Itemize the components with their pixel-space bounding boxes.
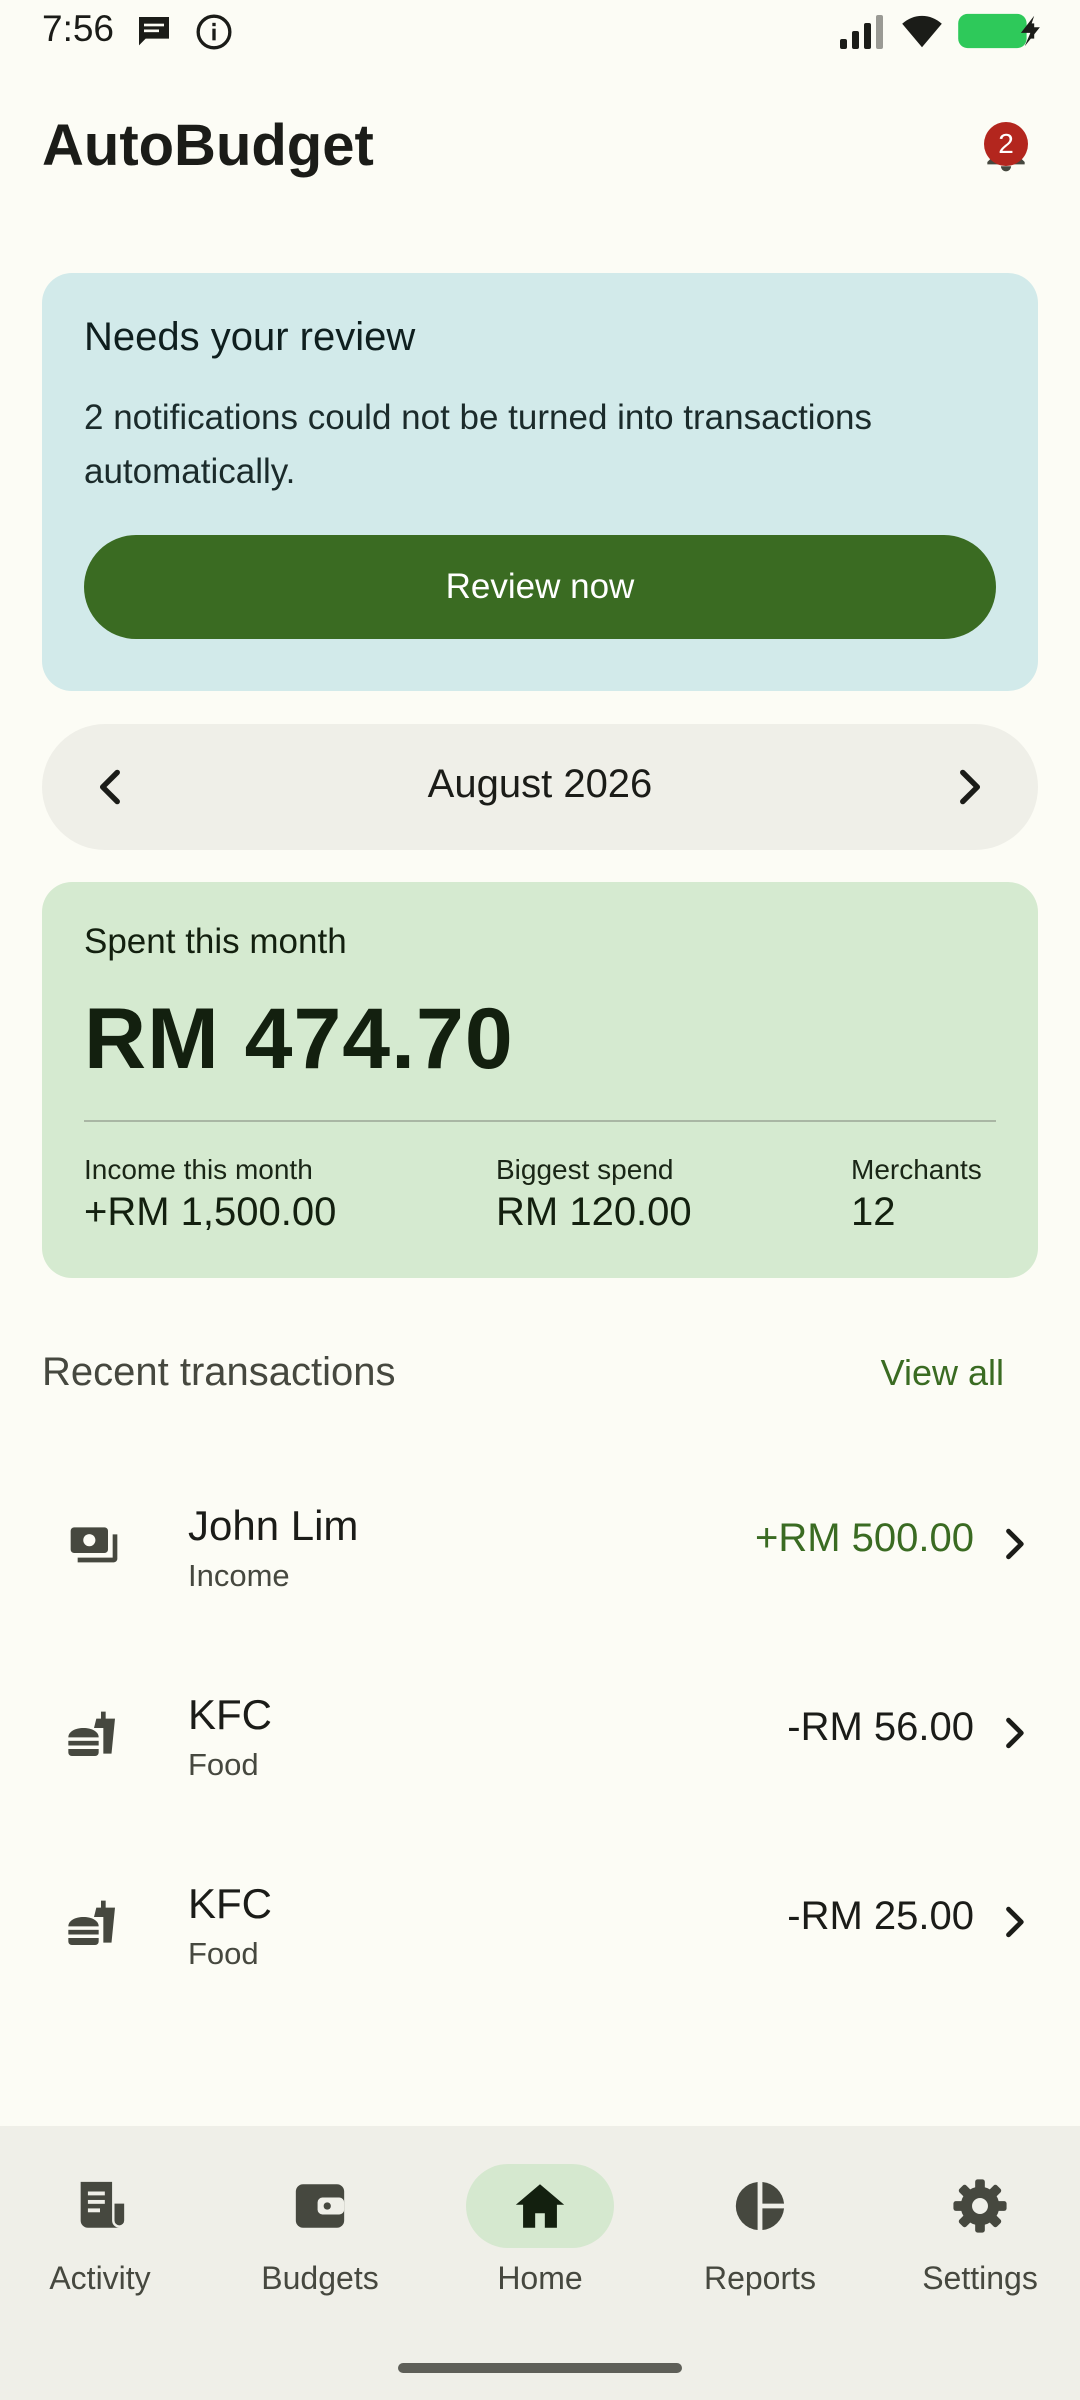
transaction-amount: -RM 56.00 [787, 1705, 974, 1749]
app-title: AutoBudget [42, 113, 374, 178]
receipt-icon [80, 2181, 125, 2228]
nav-label: Settings [922, 2260, 1038, 2296]
stat-income: Income this month +RM 1,500.00 [84, 1154, 336, 1235]
home-indicator[interactable] [398, 2363, 682, 2373]
nav-label: Home [497, 2260, 583, 2296]
wifi-icon [902, 15, 942, 48]
chevron-right-icon [1006, 1717, 1024, 1749]
home-icon [515, 2184, 565, 2228]
month-selector: August 2026 [42, 724, 1038, 850]
month-label: August 2026 [427, 762, 653, 806]
transaction-amount: -RM 25.00 [787, 1894, 974, 1938]
transaction-name: KFC [188, 1880, 272, 1927]
stat-biggest-spend: Biggest spend RM 120.00 [496, 1154, 692, 1235]
notification-badge: 2 [984, 122, 1028, 166]
review-card-title: Needs your review [84, 315, 416, 359]
fastfood-icon [68, 1711, 115, 1756]
pie-chart-icon [735, 2181, 785, 2231]
spent-label: Spent this month [84, 922, 347, 961]
payments-icon [70, 1527, 118, 1563]
stat-income-value: +RM 1,500.00 [84, 1190, 337, 1234]
transaction-name: John Lim [188, 1502, 359, 1549]
chevron-right-icon[interactable] [944, 762, 994, 812]
recent-transactions-title: Recent transactions [42, 1350, 396, 1394]
nav-label: Activity [49, 2260, 151, 2296]
transaction-name: KFC [188, 1691, 272, 1738]
nav-item-home[interactable]: Home [440, 2164, 640, 2314]
spent-value: RM 474.70 [84, 991, 514, 1087]
view-all-link[interactable]: View all [881, 1352, 1004, 1394]
nav-item-settings[interactable]: Settings [880, 2164, 1080, 2314]
wallet-icon [295, 2184, 345, 2228]
stat-income-label: Income this month [84, 1154, 313, 1185]
gear-icon [953, 2179, 1007, 2233]
message-icon [139, 17, 169, 46]
stat-biggest-label: Biggest spend [496, 1154, 674, 1185]
status-bar: 7:56 [0, 0, 1080, 62]
review-card: Needs your review 2 notifications could … [42, 273, 1038, 691]
status-time: 7:56 [42, 8, 115, 49]
nav-item-budgets[interactable]: Budgets [220, 2164, 420, 2314]
signal-icon [840, 15, 883, 49]
transaction-row[interactable]: John Lim Income +RM 500.00 [0, 1472, 1080, 1622]
nav-item-activity[interactable]: Activity [0, 2164, 200, 2314]
battery-charging-icon [958, 13, 1040, 49]
summary-divider [84, 1120, 996, 1122]
bottom-navigation: Activity Budgets Home Reports Settings [0, 2126, 1080, 2400]
transaction-category: Income [188, 1558, 290, 1593]
chevron-right-icon [1006, 1528, 1024, 1560]
stat-merchants: Merchants 12 [851, 1154, 982, 1235]
transaction-row[interactable]: KFC Food -RM 56.00 [0, 1661, 1080, 1811]
transaction-row[interactable]: KFC Food -RM 25.00 [0, 1850, 1080, 2000]
fastfood-icon [68, 1900, 115, 1945]
review-card-text: 2 notifications could not be turned into… [84, 398, 872, 491]
nav-item-reports[interactable]: Reports [660, 2164, 860, 2314]
info-icon [196, 14, 232, 50]
nav-label: Reports [703, 2260, 817, 2296]
nav-label: Budgets [261, 2260, 379, 2296]
stat-biggest-value: RM 120.00 [496, 1190, 692, 1234]
review-now-button[interactable]: Review now [84, 535, 996, 639]
transaction-amount: +RM 500.00 [754, 1516, 974, 1560]
transaction-category: Food [188, 1936, 259, 1971]
chevron-right-icon [1006, 1906, 1024, 1938]
transaction-category: Food [188, 1747, 259, 1782]
stat-merchants-value: 12 [851, 1190, 896, 1234]
stat-merchants-label: Merchants [851, 1154, 982, 1185]
summary-card: Spent this month RM 474.70 Income this m… [42, 882, 1038, 1278]
